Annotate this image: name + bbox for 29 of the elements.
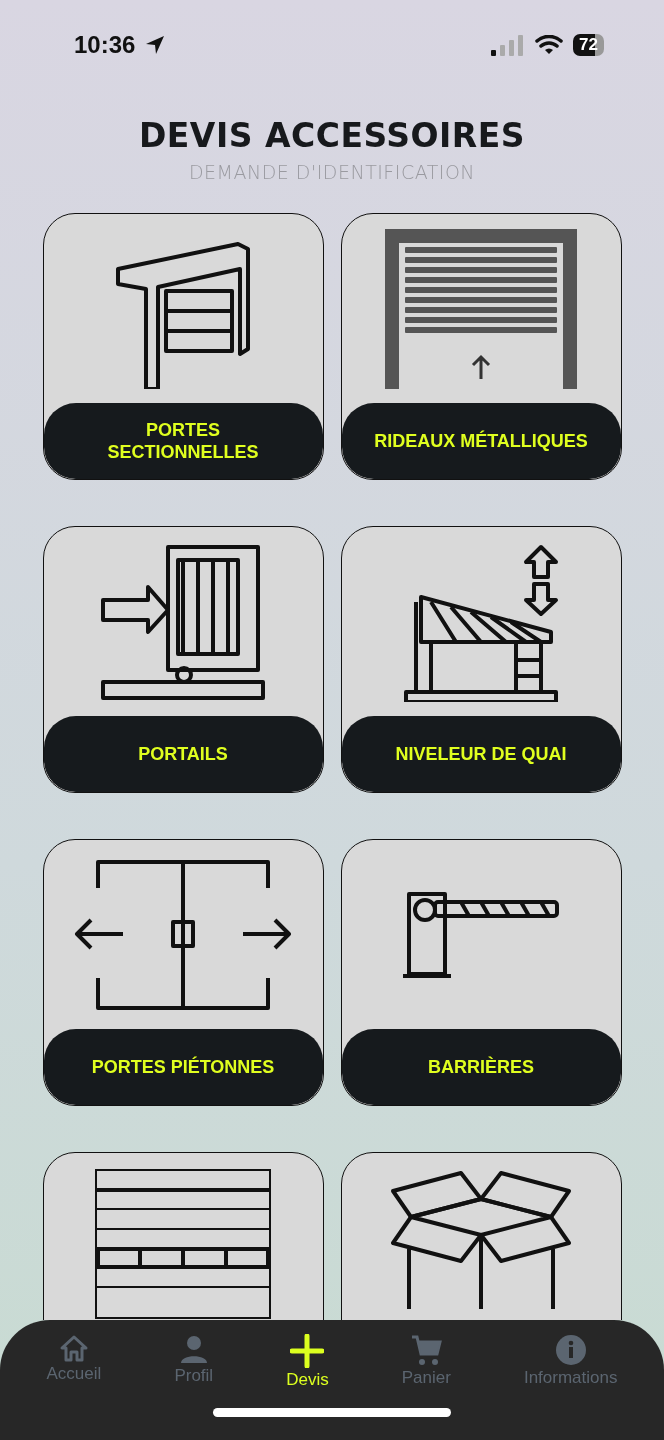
category-label: PORTES PIÉTONNES <box>91 1056 275 1078</box>
category-label: BARRIÈRES <box>428 1056 534 1078</box>
tab-item[interactable]: Devis <box>286 1334 329 1390</box>
open-box-icon <box>389 1169 573 1309</box>
category-label: PORTAILS <box>138 743 228 765</box>
page-subtitle: DEMANDE D'IDENTIFICATION <box>188 161 476 183</box>
category-card[interactable]: PORTES SECTIONNELLES <box>42 213 324 480</box>
category-card[interactable]: PORTES PIÉTONNES <box>42 839 324 1106</box>
status-time: 10:36 <box>74 31 136 59</box>
category-label: RIDEAUX MÉTALLIQUES <box>374 430 588 452</box>
category-card[interactable]: PORTAILS <box>42 526 324 793</box>
home-icon <box>58 1334 89 1362</box>
barrier-gate-icon <box>401 889 561 980</box>
plus-icon <box>290 1334 325 1368</box>
double-door-icon <box>73 857 293 1012</box>
info-icon <box>554 1334 587 1366</box>
category-card[interactable]: BARRIÈRES <box>340 839 622 1106</box>
roller-shutter-icon <box>385 228 577 389</box>
wifi-icon <box>535 35 564 55</box>
category-label: PORTES SECTIONNELLES <box>107 419 259 463</box>
door-panel-icon <box>95 1169 271 1319</box>
signal-icon <box>491 34 526 56</box>
cart-icon <box>410 1334 443 1366</box>
category-card[interactable]: NIVELEUR DE QUAI <box>340 526 622 793</box>
page-title: DEVIS ACCESSOIRES <box>138 116 526 155</box>
category-label: NIVELEUR DE QUAI <box>395 743 567 765</box>
person-icon <box>178 1334 209 1364</box>
location-arrow-icon <box>145 35 166 55</box>
category-card[interactable]: RIDEAUX MÉTALLIQUES <box>340 213 622 480</box>
